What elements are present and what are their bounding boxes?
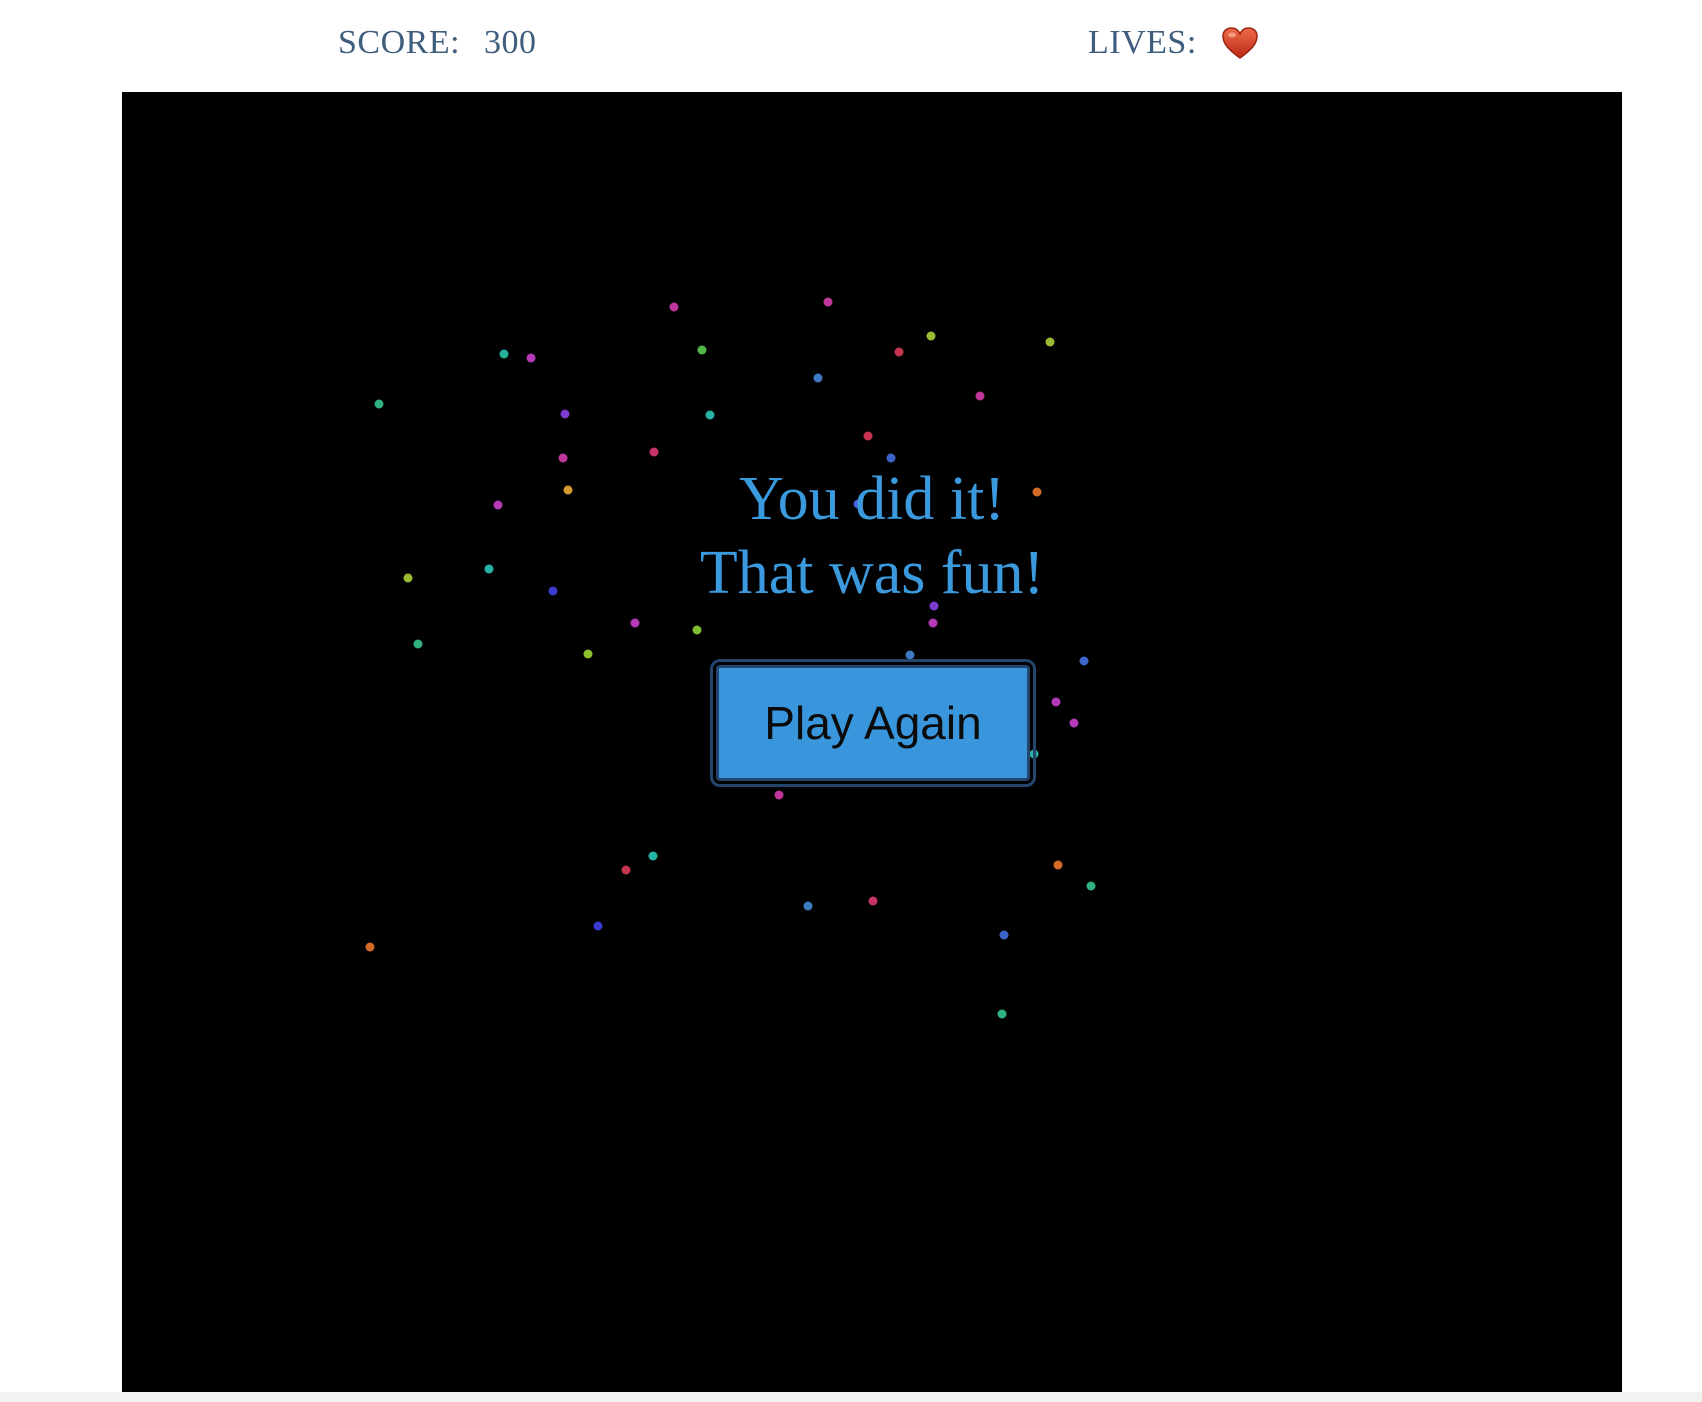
confetti-dot [868,896,878,906]
lives-display: LIVES: [1088,24,1259,62]
confetti-dot [928,618,938,628]
confetti-dot [863,431,873,441]
confetti-dot [365,942,375,952]
confetti-dot [1029,749,1039,759]
confetti-dot [526,353,536,363]
win-message-line2: That was fun! [699,539,1045,607]
confetti-dot [997,1009,1007,1019]
score-value: 300 [484,24,537,61]
score-label: SCORE: [338,24,461,61]
confetti-dot [648,851,658,861]
page-bottom-edge [0,1392,1702,1402]
confetti-dot [1079,656,1089,666]
confetti-dot [583,649,593,659]
confetti-dot [374,399,384,409]
confetti-dot [1053,860,1063,870]
confetti-dot [413,639,423,649]
confetti-dot [697,345,707,355]
confetti-dot [1069,718,1079,728]
confetti-dot [813,373,823,383]
confetti-dot [621,865,631,875]
confetti-dot [692,625,702,635]
play-again-button[interactable]: Play Again [710,659,1036,787]
confetti-dot [1051,697,1061,707]
confetti-dot [999,930,1009,940]
confetti-dot [975,391,985,401]
confetti-dot [926,331,936,341]
confetti-dot [499,349,509,359]
game-canvas[interactable]: You did it! That was fun! Play Again [122,92,1622,1392]
confetti-dot [774,790,784,800]
game-page: SCORE: 300 LIVES: You did it! That was f… [0,0,1702,1402]
confetti-dot [905,650,915,660]
confetti-dot [705,410,715,420]
confetti-dot [894,347,904,357]
confetti-dot [649,447,659,457]
confetti-dot [803,901,813,911]
confetti-dot [630,618,640,628]
win-message-line1: You did it! [739,465,1005,533]
confetti-dot [560,409,570,419]
heart-icon [1221,26,1259,60]
confetti-dot [1045,337,1055,347]
confetti-dot [1086,881,1096,891]
score-display: SCORE: 300 [338,24,537,62]
confetti-dot [593,921,603,931]
lives-label: LIVES: [1088,24,1197,61]
confetti-dot [823,297,833,307]
confetti-dot [669,302,679,312]
